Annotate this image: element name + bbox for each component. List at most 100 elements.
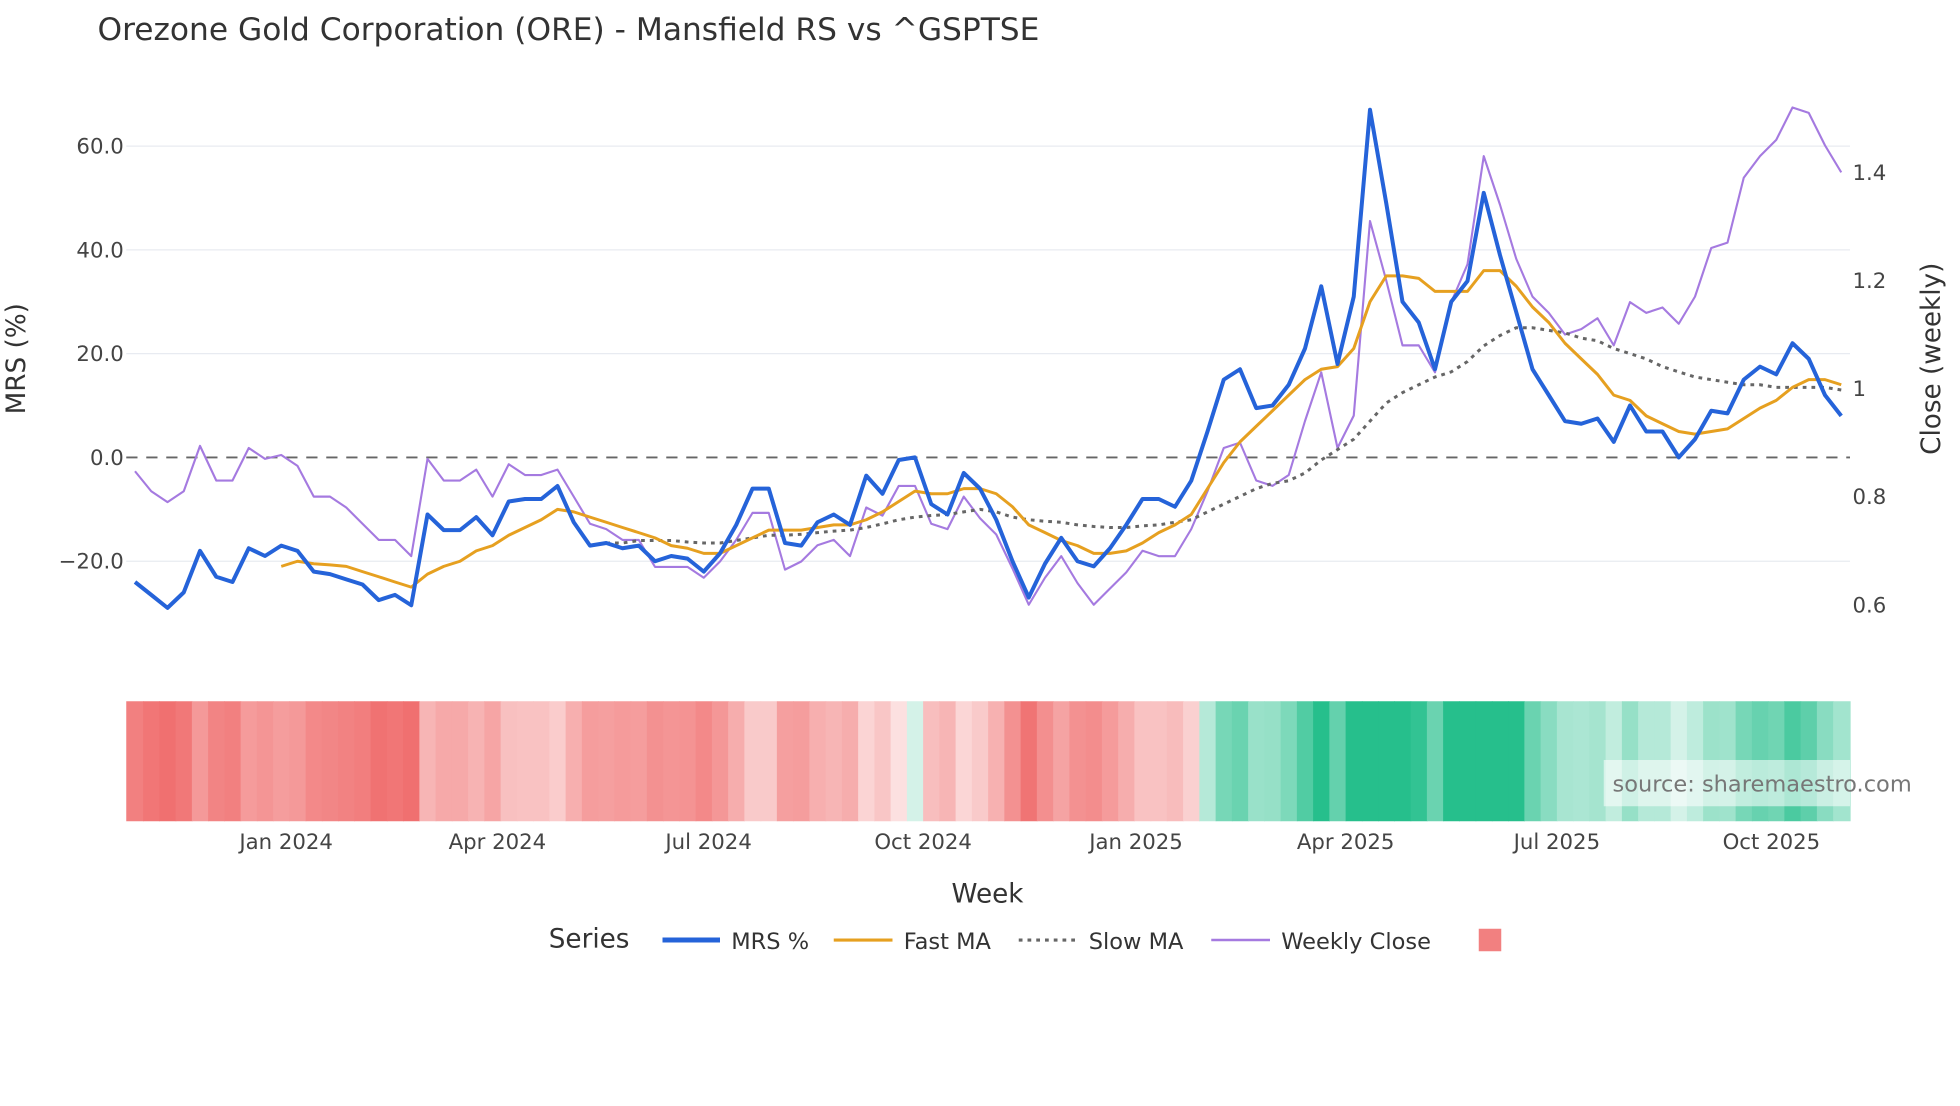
heatmap-cell [1004,701,1022,822]
heatmap-cell [1166,701,1184,822]
heatmap-cell [825,701,843,822]
heatmap-cell [435,701,453,822]
legend-item-slow-ma[interactable]: Slow MA [1018,929,1184,955]
heatmap-cell [1378,701,1395,822]
heatmap-cell [321,701,339,822]
y2-tick-label: 1 [1853,377,1867,402]
heatmap-cell [516,701,534,822]
x-tick-label: Oct 2025 [1723,830,1821,855]
x-tick-label: Jul 2025 [1512,830,1600,855]
x-tick-label: Jan 2025 [1087,830,1183,855]
heatmap-cell [175,701,193,822]
y2-tick-label: 1.4 [1853,161,1887,186]
heatmap-cell [841,701,859,822]
heatmap-cell [598,701,615,822]
legend-item-weekly-close[interactable]: Weekly Close [1211,929,1431,955]
legend-item-fast-ma[interactable]: Fast MA [833,929,992,955]
y-tick-label: 60.0 [76,135,123,160]
heatmap-cell [338,701,355,822]
y2-axis-ticks: 1.4 1.2 1 0.8 0.6 [1853,161,1887,618]
heatmap-cell [386,701,404,822]
heatmap-cell [630,701,648,822]
x-tick-label: Apr 2024 [449,830,547,855]
heatmap-cell [1508,701,1525,822]
heatmap-cell [1069,701,1087,822]
heatmap-cell [1573,701,1590,822]
heatmap-cell [1183,701,1200,822]
heatmap-cell [793,701,810,822]
heatmap-cell [1264,701,1282,822]
heatmap-cell [1313,701,1330,822]
legend-item-mrs[interactable]: MRS % [662,929,810,955]
heatmap-cell [1150,701,1168,822]
y-axis-title: MRS (%) [2,303,32,414]
heatmap-cell [1475,701,1493,822]
heatmap-cell [549,701,567,822]
legend-label-weekly-close: Weekly Close [1281,929,1431,955]
heatmap-cell [451,701,469,822]
legend-label-fast-ma: Fast MA [904,929,992,955]
heatmap-cell [711,701,729,822]
legend-item-heatmap[interactable] [1478,928,1502,952]
heatmap-cell [1524,701,1542,822]
heatmap-cell [939,701,957,822]
heatmap-cell [126,701,144,822]
heatmap-cell [468,701,485,822]
heatmap-cell [1053,701,1070,822]
heatmap-cell [1085,701,1103,822]
heatmap-cell [906,701,924,822]
series-line-weekly-close [134,106,1843,606]
heatmap-cell [744,701,762,822]
y-tick-label: −20.0 [59,550,124,575]
heatmap-cell [1491,701,1509,822]
heatmap-cell [191,701,209,822]
heatmap-cell [1280,701,1298,822]
heatmap-cell [776,701,794,822]
chart-title: Orezone Gold Corporation (ORE) - Mansfie… [98,12,1040,48]
heatmap-cell [955,701,973,822]
legend-label-mrs: MRS % [731,929,809,955]
heatmap-cell [858,701,875,822]
gridlines [126,145,1850,562]
heatmap-cell [988,701,1005,822]
y-tick-label: 40.0 [76,238,123,263]
heatmap-cell [240,701,258,822]
y-tick-label: 0.0 [90,446,124,471]
x-tick-label: Jul 2024 [663,830,751,855]
heatmap-cell [1443,701,1460,822]
heatmap-cell [760,701,778,822]
heatmap-cell [695,701,713,822]
heatmap-cell [679,701,697,822]
heatmap-cell [646,701,664,822]
heatmap-cell [581,701,599,822]
heatmap-cell [354,701,372,822]
y-tick-label: 20.0 [76,342,123,367]
heatmap-cell [273,701,290,822]
heatmap-cell [1589,701,1607,822]
heatmap-cell [224,701,242,822]
heatmap-cell [1118,701,1135,822]
y2-tick-label: 0.8 [1853,485,1887,510]
heatmap-cell [256,701,274,822]
heatmap-cell [663,701,680,822]
heatmap-cell [1215,701,1233,822]
x-tick-label: Oct 2024 [874,830,972,855]
heatmap-cell [533,701,550,822]
x-tick-label: Apr 2025 [1297,830,1395,855]
heatmap-cell [403,701,420,822]
heatmap-cell [1199,701,1217,822]
legend-label-slow-ma: Slow MA [1089,929,1184,955]
heatmap-cell [971,701,989,822]
heatmap-cell [809,701,827,822]
heatmap-cell [1248,701,1265,822]
heatmap-cell [1426,701,1444,822]
heatmap-cell [1345,701,1363,822]
y2-axis-title: Close (weekly) [1917,263,1947,455]
heatmap-cell [419,701,437,822]
heatmap-cell [370,701,388,822]
x-axis-ticks: Jan 2024 Apr 2024 Jul 2024 Oct 2024 Jan 2025… [237,830,1820,855]
heatmap-cell [1020,701,1038,822]
legend-title: Series [549,925,630,955]
x-axis-title: Week [952,880,1025,910]
heatmap-cell [1540,701,1558,822]
